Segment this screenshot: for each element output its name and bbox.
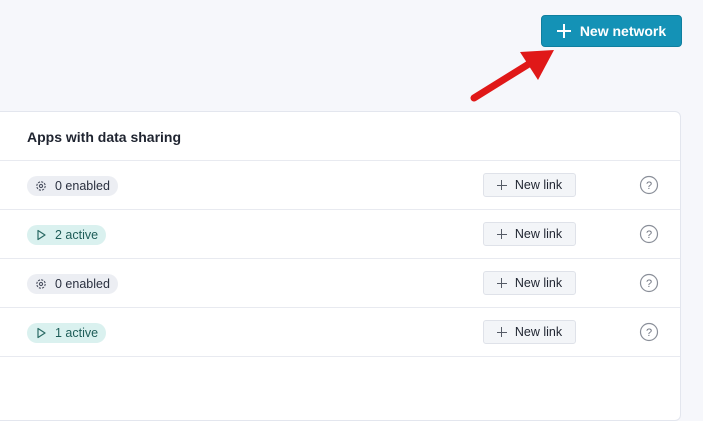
- question-icon[interactable]: ?: [639, 273, 659, 293]
- table-row: 1 active New link ?: [0, 308, 680, 357]
- plus-icon: [496, 180, 507, 190]
- question-icon[interactable]: ?: [639, 175, 659, 195]
- new-link-button[interactable]: New link: [483, 320, 576, 344]
- new-link-label: New link: [514, 276, 563, 290]
- svg-text:?: ?: [646, 327, 652, 339]
- status-label: 1 active: [55, 326, 99, 340]
- gear-icon: [36, 181, 46, 191]
- new-link-button[interactable]: New link: [483, 271, 576, 295]
- play-icon: [37, 327, 46, 339]
- table-row: 0 enabled New link ?: [0, 259, 680, 308]
- table-row: 2 active New link ?: [0, 210, 680, 259]
- plus-icon: [496, 327, 507, 337]
- status-badge: 0 enabled: [27, 274, 118, 294]
- play-icon: [37, 229, 46, 241]
- apps-card: Apps with data sharing 0 enabled New lin…: [0, 111, 681, 421]
- plus-icon: [496, 278, 507, 288]
- svg-text:?: ?: [646, 229, 652, 241]
- question-icon[interactable]: ?: [639, 224, 659, 244]
- status-badge: 2 active: [27, 225, 107, 245]
- svg-text:?: ?: [646, 180, 652, 192]
- card-title: Apps with data sharing: [27, 129, 182, 145]
- red-arrow-annotation: [470, 50, 554, 102]
- gear-icon: [36, 279, 46, 289]
- status-badge: 0 enabled: [27, 176, 118, 196]
- status-label: 0 enabled: [55, 277, 110, 291]
- status-badge: 1 active: [27, 323, 107, 343]
- table-row: 0 enabled New link ?: [0, 161, 680, 210]
- new-link-button[interactable]: New link: [483, 222, 576, 246]
- new-link-label: New link: [514, 325, 563, 339]
- new-link-label: New link: [514, 178, 563, 192]
- new-network-label: New network: [579, 23, 667, 39]
- question-icon[interactable]: ?: [639, 322, 659, 342]
- new-network-button[interactable]: New network: [541, 15, 682, 47]
- status-label: 2 active: [55, 228, 99, 242]
- new-link-button[interactable]: New link: [483, 173, 576, 197]
- new-link-label: New link: [514, 227, 563, 241]
- plus-icon: [496, 229, 507, 239]
- status-label: 0 enabled: [55, 179, 110, 193]
- svg-text:?: ?: [646, 278, 652, 290]
- plus-icon: [556, 24, 571, 38]
